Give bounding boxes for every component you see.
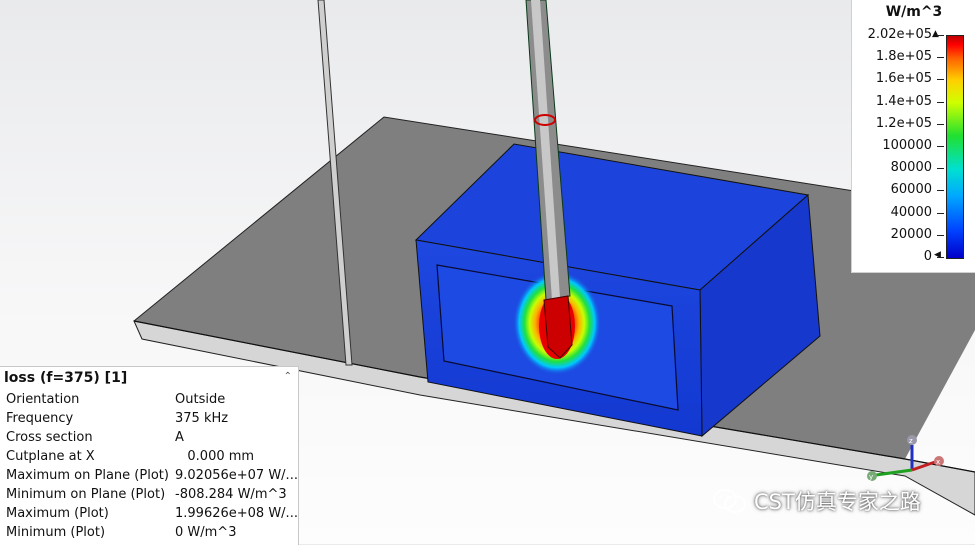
info-key: Maximum on Plane (Plot) [6, 468, 169, 483]
info-row: Cutplane at X 0.000 mm [6, 449, 296, 468]
collapse-chevron-icon[interactable]: ⌃ [284, 371, 292, 382]
info-key: Frequency [6, 411, 74, 426]
legend-unit: W/m^3 [885, 4, 943, 20]
legend-min-arrow-icon: ◀ [934, 250, 941, 260]
info-value: 1.99626e+08 W/... [175, 506, 298, 521]
legend-tick-label: 40000 [890, 204, 932, 220]
info-key: Cutplane at X [6, 449, 95, 464]
legend-tick-mark [937, 35, 944, 36]
info-title: loss (f=375) [1] [4, 370, 128, 386]
info-key: Minimum on Plane (Plot) [6, 487, 166, 502]
legend-tick-label: 1.4e+05 [875, 93, 932, 109]
info-key: Maximum (Plot) [6, 506, 109, 521]
info-value: 0.000 mm [175, 449, 255, 464]
legend-tick-label: 100000 [882, 138, 932, 153]
legend-tick-label: 2.02e+05 [867, 27, 932, 42]
legend-tick-label: 1.8e+05 [875, 49, 932, 65]
info-key: Cross section [6, 430, 93, 445]
info-value: -808.284 W/m^3 [175, 487, 287, 502]
legend-colorbar [946, 35, 964, 259]
info-row: Maximum (Plot) 1.99626e+08 W/... [6, 506, 298, 525]
legend-tick-label: 1.2e+05 [875, 115, 932, 131]
color-legend: W/m^3 ▲ ◀ 2.02e+05 1.8e+05 1.6e+05 1.4e+05 1… [851, 0, 975, 273]
legend-tick-label: 80000 [890, 160, 932, 176]
legend-tick-mark [937, 257, 944, 258]
wechat-logo-icon [713, 489, 746, 513]
info-value: 9.02056e+07 W/... [175, 468, 298, 483]
info-row: Frequency 375 kHz [6, 411, 296, 430]
info-row: Cross section A [6, 430, 296, 449]
legend-tick-mark [937, 234, 944, 236]
legend-tick-mark [937, 146, 944, 147]
info-key: Minimum (Plot) [6, 525, 106, 540]
legend-tick-label: 0 [923, 249, 932, 264]
legend-tick-label: 1.6e+05 [875, 71, 932, 87]
legend-tick-label: 60000 [890, 182, 932, 198]
legend-tick-mark [937, 190, 944, 192]
axis-z-label: z [909, 437, 913, 445]
info-value: 375 kHz [175, 411, 229, 426]
legend-max-arrow-icon: ▲ [932, 29, 939, 39]
info-row: Orientation Outside [6, 392, 296, 411]
legend-tick-mark [937, 212, 944, 214]
legend-tick-mark [937, 101, 944, 103]
info-value: A [175, 430, 184, 445]
axis-x-label: x [936, 458, 940, 466]
watermark-text: CST仿真专家之路 [754, 490, 921, 514]
legend-tick-mark [937, 123, 944, 125]
info-value: 0 W/m^3 [175, 525, 237, 540]
info-key: Orientation [6, 392, 80, 407]
info-row: Minimum on Plane (Plot) -808.284 W/m^3 [6, 487, 296, 506]
info-value: Outside [175, 392, 226, 407]
legend-tick-mark [937, 57, 944, 59]
info-row: Maximum on Plane (Plot) 9.02056e+07 W/..… [6, 468, 298, 487]
result-info-panel: loss (f=375) [1] ⌃ Orientation Outside F… [0, 366, 299, 545]
axis-y-label: y [869, 473, 873, 481]
legend-tick-mark [937, 79, 944, 81]
legend-tick-mark [937, 168, 944, 170]
info-row: Minimum (Plot) 0 W/m^3 [6, 525, 296, 544]
legend-tick-label: 20000 [890, 226, 932, 242]
